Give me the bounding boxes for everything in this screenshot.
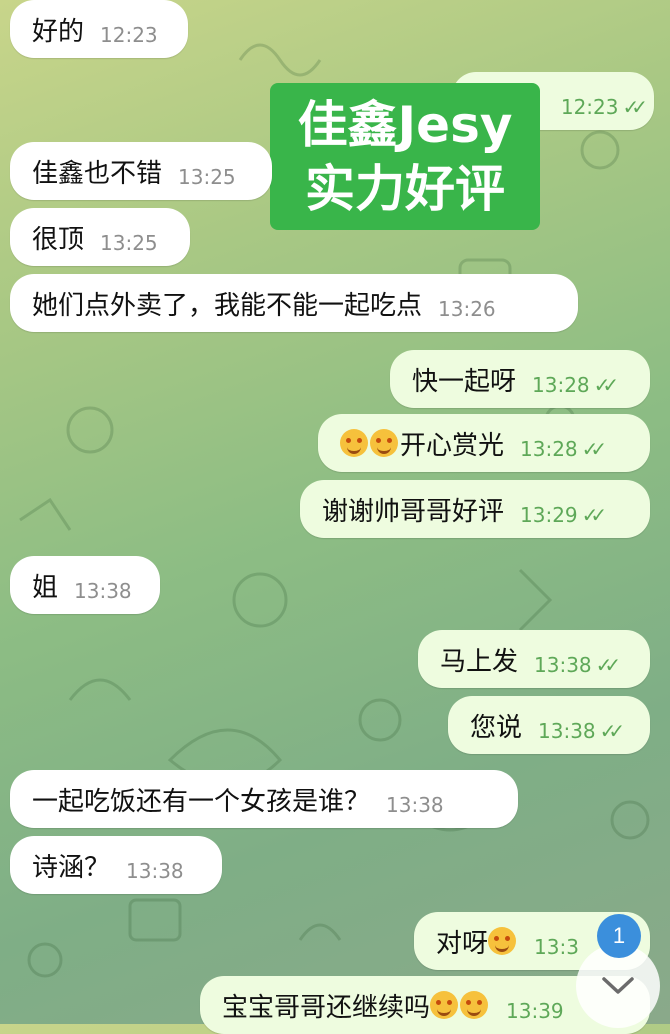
message-text: 宝宝哥哥还继续吗 — [222, 992, 431, 1023]
message-text: 诗涵？ — [32, 852, 111, 883]
read-receipt-icon: ✓✓ — [599, 719, 625, 743]
message-outgoing[interactable]: 开心赏光 13:28 ✓✓ — [318, 414, 650, 472]
message-text: 好的 — [32, 16, 85, 47]
starstruck-emoji-icon — [340, 429, 368, 457]
unread-count-badge: 1 — [597, 914, 641, 958]
message-outgoing[interactable]: 快一起呀 13:28 ✓✓ — [390, 350, 650, 408]
message-incoming[interactable]: 诗涵？ 13:38 — [10, 836, 222, 894]
message-text: 姐 — [32, 572, 59, 603]
message-outgoing[interactable]: 您说 13:38 ✓✓ — [448, 696, 650, 754]
message-text: 她们点外卖了，我能不能一起吃点 — [32, 290, 423, 321]
message-text: 一起吃饭还有一个女孩是谁？ — [32, 786, 371, 817]
read-receipt-icon: ✓✓ — [581, 437, 607, 461]
message-time: 13:28 — [520, 437, 578, 461]
message-incoming[interactable]: 一起吃饭还有一个女孩是谁？ 13:38 — [10, 770, 518, 828]
read-receipt-icon: ✓✓ — [593, 373, 619, 397]
message-text: 很顶 — [32, 224, 85, 255]
message-time: 13:26 — [438, 297, 496, 321]
message-incoming[interactable]: 好的 12:23 — [10, 0, 188, 58]
read-receipt-icon: ✓✓ — [622, 95, 647, 119]
starstruck-emoji-icon — [370, 429, 398, 457]
message-text: 对呀 — [436, 928, 489, 959]
message-time: 12:23 — [560, 95, 619, 119]
smiling-face-icon — [488, 927, 517, 955]
overlay-line-1: 佳鑫Jesy — [297, 95, 513, 154]
message-time: 13:38 — [74, 579, 132, 603]
message-outgoing[interactable]: 马上发 13:38 ✓✓ — [418, 630, 650, 688]
message-text: 佳鑫也不错 — [32, 158, 163, 189]
message-text: 快一起呀 — [412, 366, 517, 397]
message-time: 12:23 — [100, 23, 158, 47]
message-incoming[interactable]: 佳鑫也不错 13:25 — [10, 142, 272, 200]
message-incoming[interactable]: 姐 13:38 — [10, 556, 160, 614]
chevron-down-icon — [602, 977, 634, 994]
message-time: 13:25 — [100, 231, 158, 255]
read-receipt-icon: ✓✓ — [581, 503, 607, 527]
message-time: 13:3 — [534, 935, 579, 959]
read-receipt-icon: ✓✓ — [595, 653, 621, 677]
message-time: 13:28 — [532, 373, 590, 397]
message-incoming[interactable]: 她们点外卖了，我能不能一起吃点 13:26 — [10, 274, 578, 332]
overlay-line-2: 实力好评 — [305, 159, 505, 218]
message-incoming[interactable]: 很顶 13:25 — [10, 208, 190, 266]
message-time: 13:29 — [520, 503, 578, 527]
tears-of-joy-icon — [430, 991, 459, 1019]
message-time: 13:39 — [506, 999, 564, 1023]
message-time: 13:25 — [178, 165, 236, 189]
message-outgoing[interactable]: 谢谢帅哥哥好评 13:29 ✓✓ — [300, 480, 650, 538]
message-text: 马上发 — [440, 646, 519, 677]
message-time: 13:38 — [386, 793, 444, 817]
tears-of-joy-icon — [460, 991, 489, 1019]
message-time: 13:38 — [534, 653, 592, 677]
message-text: 开心赏光 — [400, 430, 505, 461]
message-text: 您说 — [470, 712, 523, 743]
message-time: 13:38 — [126, 859, 184, 883]
message-text: 谢谢帅哥哥好评 — [322, 496, 505, 527]
promo-overlay: 佳鑫Jesy 实力好评 — [270, 83, 540, 230]
message-time: 13:38 — [538, 719, 596, 743]
